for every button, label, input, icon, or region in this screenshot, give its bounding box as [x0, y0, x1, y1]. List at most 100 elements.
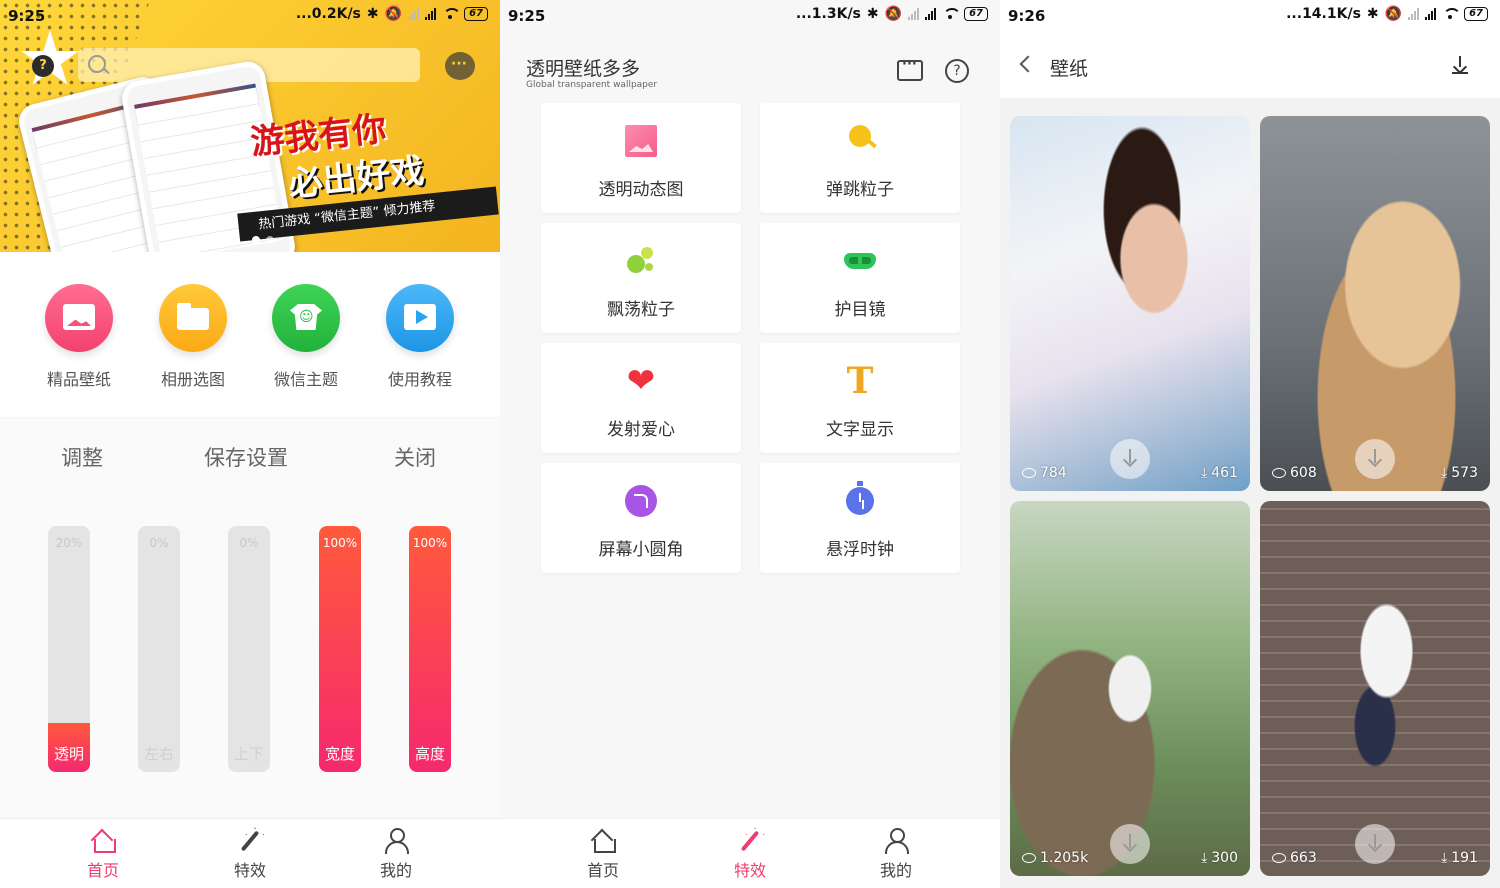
effect-card-float-particles[interactable]: 飘荡粒子 — [541, 223, 741, 333]
download-count: ⤓ 461 — [1201, 465, 1238, 481]
effect-card-gif[interactable]: 透明动态图 — [541, 103, 741, 213]
back-icon[interactable] — [1019, 55, 1037, 73]
download-count: ⤓ 300 — [1201, 850, 1238, 866]
bluetooth-icon: ✱ — [1366, 6, 1379, 22]
download-button[interactable] — [1355, 439, 1395, 479]
tab-save-settings[interactable]: 保存设置 — [204, 442, 288, 472]
wallpaper-card[interactable]: 608 ⤓ 573 — [1260, 116, 1490, 491]
nav-label: 特效 — [233, 861, 266, 880]
page-title: 透明壁纸多多 — [526, 58, 641, 80]
wallpaper-card[interactable]: 663 ⤓ 191 — [1260, 501, 1490, 876]
help-icon[interactable]: ? — [945, 59, 969, 83]
download-button[interactable] — [1355, 824, 1395, 864]
download-icon: ⤓ — [1201, 465, 1208, 481]
slider-label: 高度 — [414, 745, 445, 763]
mute-icon: 🔕 — [884, 6, 903, 22]
quick-item-tutorial[interactable]: 使用教程 — [370, 284, 470, 390]
message-icon[interactable] — [445, 52, 475, 80]
effect-card-clock[interactable]: 悬浮时钟 — [760, 463, 960, 573]
nav-profile[interactable]: 我的 — [856, 827, 936, 881]
quick-item-label: 使用教程 — [387, 370, 452, 389]
wallpaper-stats: 608 ⤓ 573 — [1260, 439, 1490, 491]
nav-home[interactable]: 首页 — [63, 827, 143, 881]
effect-card-label: 文字显示 — [826, 420, 894, 440]
slider-percent: 100% — [322, 536, 358, 550]
slider-label: 上下 — [233, 745, 264, 763]
signal-icon — [408, 8, 420, 20]
network-speed: ...0.2K/s — [295, 6, 361, 22]
slider-label: 左右 — [143, 745, 174, 763]
view-count: 663 — [1272, 850, 1317, 866]
magic-wand-icon — [737, 827, 765, 853]
slider-label: 宽度 — [324, 745, 355, 763]
signal-icon — [1408, 8, 1420, 20]
wifi-icon — [1442, 8, 1462, 20]
round-corner-icon — [625, 485, 657, 517]
status-time: 9:25 — [8, 7, 46, 25]
promo-banner[interactable]: ? 游我有你 必出好戏 热门游戏 “微信主题” 倾力推荐 — [0, 0, 500, 252]
slider-percent: 20% — [55, 536, 83, 550]
search-icon — [88, 55, 106, 73]
status-bar: 9:26 ...14.1K/s ✱ 🔕 67 — [1000, 0, 1500, 34]
adjust-panel: 调整 保存设置 关闭 20% 透明 0% 左右 0% 上下 100% 宽度 10… — [0, 418, 500, 818]
page-title: 壁纸 — [1050, 58, 1089, 80]
effects-screen: 9:25 ...1.3K/s ✱ 🔕 67 透明壁纸多多 Global tran… — [500, 0, 1000, 888]
nav-effects[interactable]: 特效 — [210, 827, 290, 881]
page-subtitle: Global transparent wallpaper — [526, 80, 658, 90]
nav-effects[interactable]: 特效 — [710, 827, 790, 881]
nav-profile[interactable]: 我的 — [356, 827, 436, 881]
wallpaper-card[interactable]: 784 ⤓ 461 — [1010, 116, 1250, 491]
nav-label: 特效 — [733, 861, 766, 880]
download-button[interactable] — [1110, 439, 1150, 479]
mute-icon: 🔕 — [384, 6, 403, 22]
quick-item-album[interactable]: 相册选图 — [143, 284, 243, 390]
status-bar: 9:25 ...0.2K/s ✱ 🔕 67 — [0, 0, 500, 34]
quick-item-wallpaper[interactable]: 精品壁纸 — [29, 284, 129, 390]
wallpaper-stats: 663 ⤓ 191 — [1260, 824, 1490, 876]
network-speed: ...14.1K/s — [1286, 6, 1361, 22]
effect-card-label: 透明动态图 — [598, 180, 684, 200]
download-button[interactable] — [1110, 824, 1150, 864]
help-icon[interactable]: ? — [32, 55, 54, 77]
status-time: 9:26 — [1008, 7, 1046, 25]
stopwatch-icon — [846, 481, 874, 515]
effect-card-round-corner[interactable]: 屏幕小圆角 — [541, 463, 741, 573]
bluetooth-icon: ✱ — [366, 6, 379, 22]
nav-home[interactable]: 首页 — [563, 827, 643, 881]
effect-card-text[interactable]: T 文字显示 — [760, 343, 960, 453]
slider-width[interactable]: 100% 宽度 — [319, 526, 361, 772]
app-header: 壁纸 — [1000, 34, 1500, 98]
wallpaper-screen: 9:26 ...14.1K/s ✱ 🔕 67 壁纸 784 ⤓ 461 608 ⤓… — [1000, 0, 1500, 888]
chat-icon[interactable] — [897, 57, 923, 81]
wallpaper-stats: 784 ⤓ 461 — [1010, 439, 1250, 491]
effect-card-label: 护目镜 — [834, 300, 886, 320]
download-icon: ⤓ — [1441, 465, 1448, 481]
magic-wand-icon — [237, 827, 265, 853]
effect-card-goggles[interactable]: 护目镜 — [760, 223, 960, 333]
effect-card-label: 悬浮时钟 — [826, 540, 894, 560]
eye-icon — [1272, 853, 1286, 863]
slider-horizontal[interactable]: 0% 左右 — [138, 526, 180, 772]
effect-card-label: 屏幕小圆角 — [598, 540, 684, 560]
status-bar: 9:25 ...1.3K/s ✱ 🔕 67 — [500, 0, 1000, 34]
signal-icon — [925, 8, 937, 20]
tshirt-icon — [272, 284, 340, 352]
banner-pager[interactable] — [252, 236, 274, 244]
bottom-nav: 首页 特效 我的 — [500, 818, 1000, 888]
effect-card-bounce-particles[interactable]: 弹跳粒子 — [760, 103, 960, 213]
tab-close[interactable]: 关闭 — [394, 442, 436, 472]
slider-vertical[interactable]: 0% 上下 — [228, 526, 270, 772]
user-icon — [883, 827, 909, 854]
battery-icon: 67 — [464, 7, 488, 21]
wallpaper-card[interactable]: 1.205k ⤓ 300 — [1010, 501, 1250, 876]
slider-transparency[interactable]: 20% 透明 — [48, 526, 90, 772]
home-icon — [90, 827, 116, 853]
view-count: 1.205k — [1022, 850, 1088, 866]
slider-height[interactable]: 100% 高度 — [409, 526, 451, 772]
quick-item-wechat-theme[interactable]: 微信主题 — [256, 284, 356, 390]
goggles-icon — [844, 253, 876, 269]
effect-card-label: 飘荡粒子 — [607, 300, 675, 320]
effect-card-hearts[interactable]: ❤ 发射爱心 — [541, 343, 741, 453]
download-icon[interactable] — [1452, 56, 1468, 74]
tab-adjust[interactable]: 调整 — [61, 442, 103, 472]
